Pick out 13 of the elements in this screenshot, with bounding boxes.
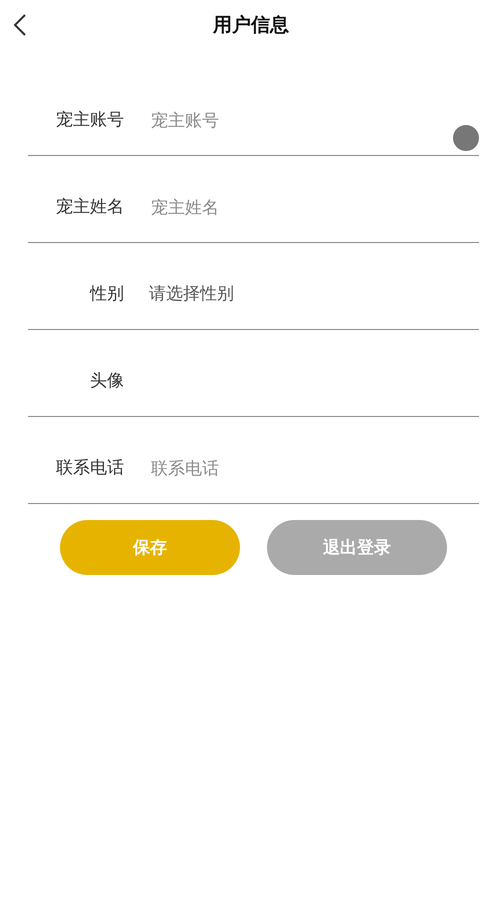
field-label: 头像 [89,370,124,392]
save-button[interactable]: 保存 [60,520,240,575]
gender-select[interactable]: 请选择性别 [149,282,234,305]
field-label: 性别 [88,283,124,305]
field-label: 联系电话 [55,457,124,479]
field-label: 宠主姓名 [55,196,124,218]
input-field[interactable]: 联系电话 [151,459,371,479]
page-title: 用户信息 [213,13,289,38]
logout-button[interactable]: 退出登录 [267,520,447,575]
back-icon[interactable] [12,13,28,37]
input-field[interactable]: 宠主账号 [151,111,371,131]
input-field[interactable]: 宠主姓名 [151,198,371,218]
field-label: 宠主账号 [55,109,124,131]
